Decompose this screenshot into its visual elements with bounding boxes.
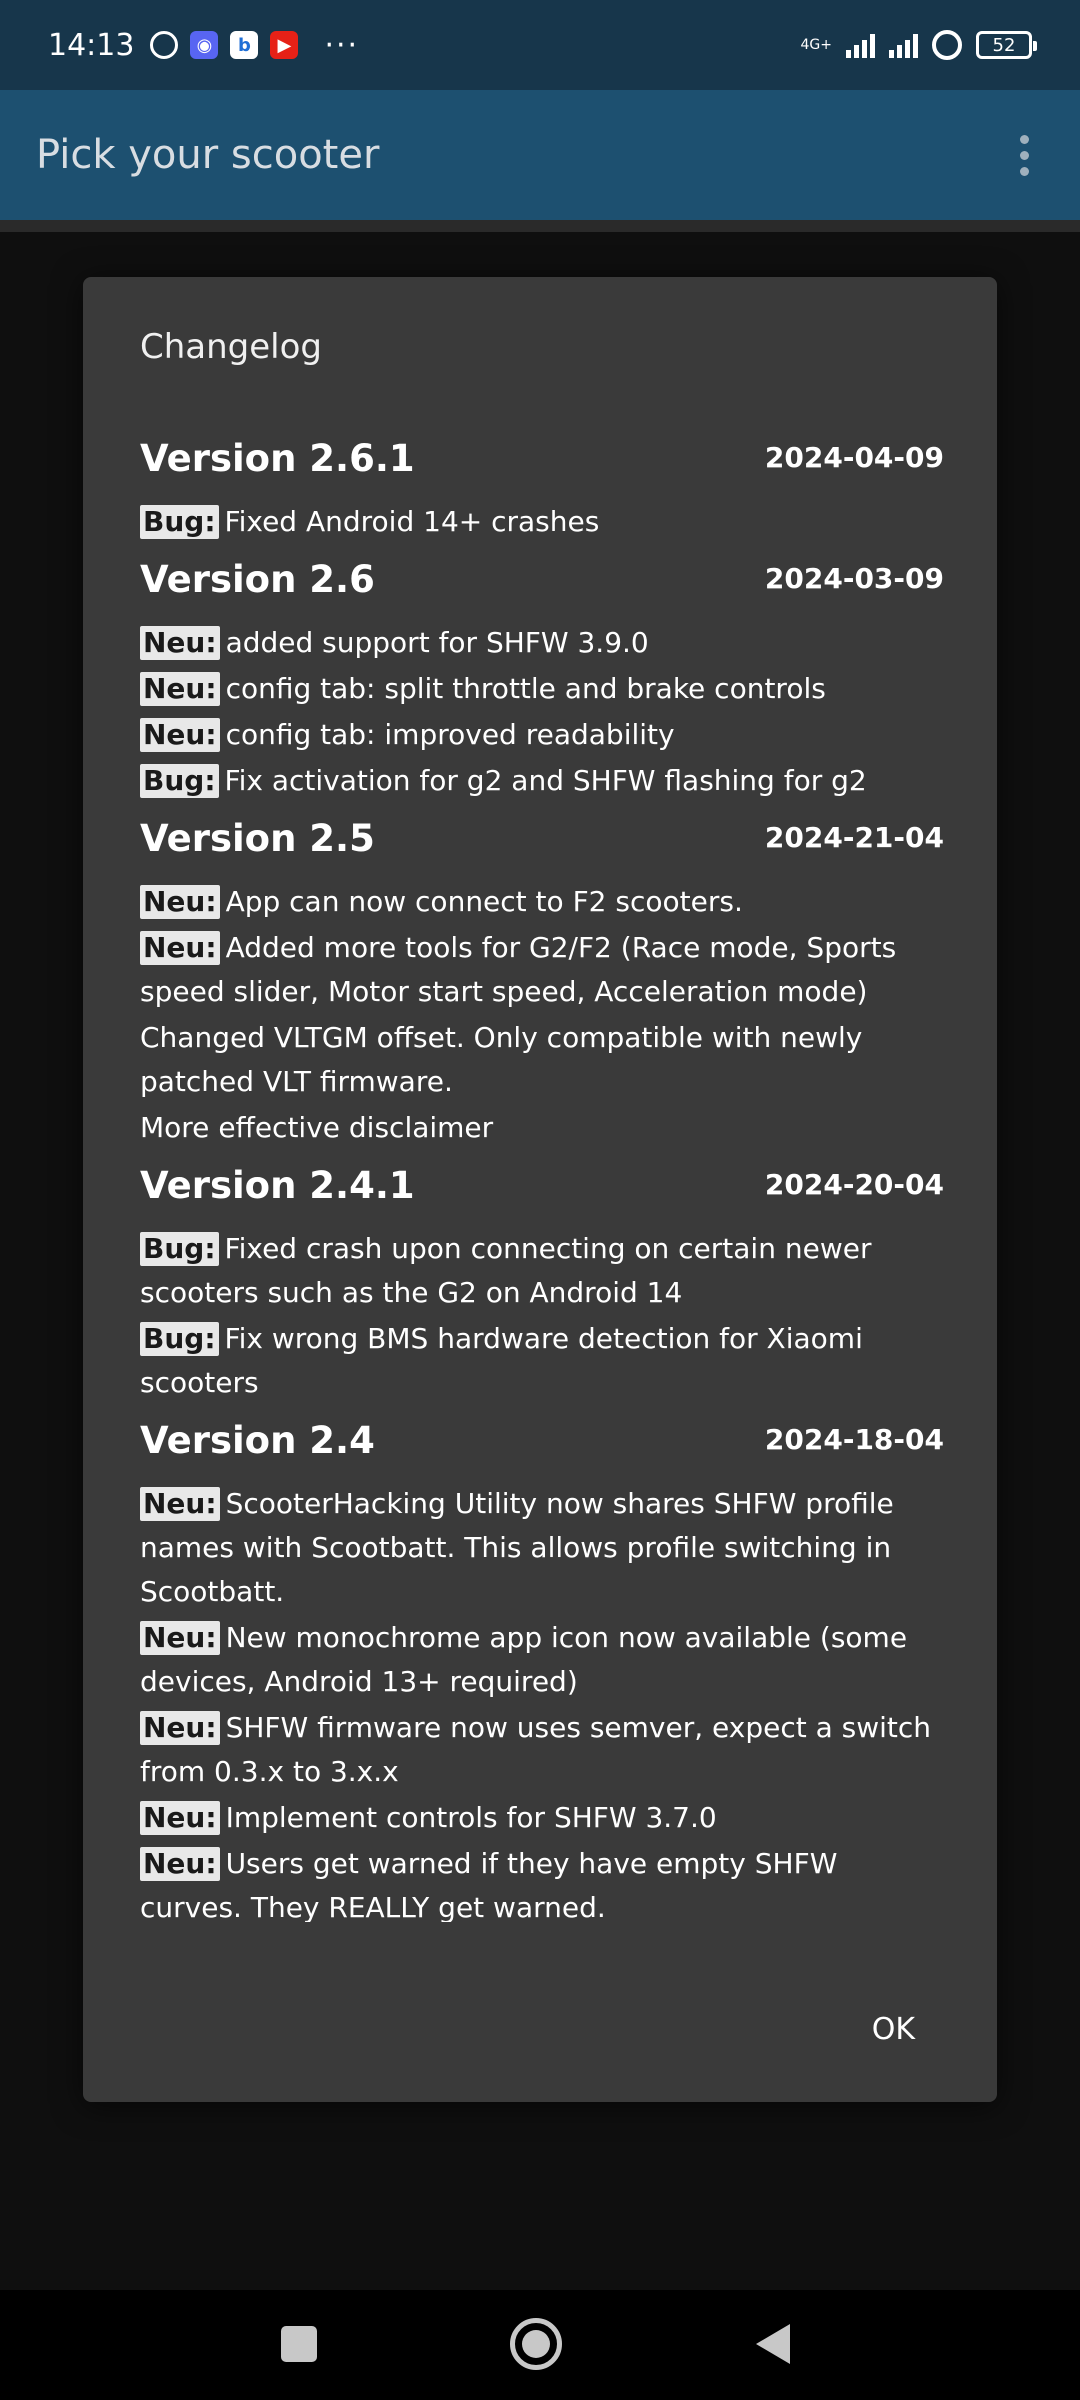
changelog-dialog: Changelog Version 2.6.1 2024-04-09 Bug: Fix… — [83, 277, 997, 2102]
version-block: Version 2.4 2024-18-04 Neu: ScooterHacking … — [140, 1419, 944, 1922]
clock: 14:13 — [48, 27, 135, 63]
entry-text: Changed VLTGM offset. Only compatible wi… — [140, 1021, 863, 1098]
entry-text: New monochrome app icon now available (s… — [140, 1621, 908, 1698]
version-block: Version 2.5 2024-21-04 Neu: App can now con… — [140, 817, 944, 1150]
entry-tag: Neu: — [140, 626, 220, 660]
version-name: Version 2.4 — [140, 1419, 375, 1462]
back-button[interactable] — [756, 2324, 790, 2364]
changelog-entry: Neu: ScooterHacking Utility now shares SH… — [140, 1482, 944, 1614]
changelog-entry: Neu: added support for SHFW 3.9.0 — [140, 621, 944, 665]
battery-icon: 52 — [976, 31, 1037, 59]
entry-text: config tab: improved readability — [225, 718, 675, 751]
entry-text: ScooterHacking Utility now shares SHFW p… — [140, 1487, 894, 1608]
bing-icon: b — [230, 31, 259, 59]
changelog-list[interactable]: Version 2.6.1 2024-04-09 Bug: Fixed Android… — [140, 437, 944, 1922]
entry-text: Fixed Android 14+ crashes — [224, 505, 600, 538]
hotspot-icon — [932, 30, 962, 60]
signal-icon-sim1 — [846, 32, 875, 58]
version-block: Version 2.6.1 2024-04-09 Bug: Fixed Android… — [140, 437, 944, 544]
entry-text: Users get warned if they have empty SHFW… — [140, 1847, 838, 1922]
entry-tag: Neu: — [140, 1711, 220, 1745]
recents-button[interactable] — [281, 2326, 317, 2362]
version-name: Version 2.6.1 — [140, 437, 415, 480]
entry-text: Added more tools for G2/F2 (Race mode, S… — [140, 931, 897, 1008]
app-bar-divider — [0, 220, 1080, 232]
version-header: Version 2.6.1 2024-04-09 — [140, 437, 944, 480]
ok-button[interactable]: OK — [860, 2002, 927, 2057]
discord-icon: ◉ — [190, 31, 219, 59]
entry-tag: Neu: — [140, 718, 220, 752]
version-block: Version 2.4.1 2024-20-04 Bug: Fixed crash u… — [140, 1164, 944, 1405]
entry-tag: Neu: — [140, 885, 220, 919]
status-bar-left: 14:13 ◉ b ▶ ··· — [48, 28, 359, 63]
changelog-entry: Bug: Fix activation for g2 and SHFW flash… — [140, 759, 944, 803]
overflow-menu-icon[interactable] — [1004, 125, 1044, 185]
home-button[interactable] — [510, 2318, 562, 2370]
version-header: Version 2.4 2024-18-04 — [140, 1419, 944, 1462]
entry-tag: Neu: — [140, 1621, 220, 1655]
entry-tag: Neu: — [140, 931, 220, 965]
entry-text: config tab: split throttle and brake con… — [225, 672, 826, 705]
entry-tag: Bug: — [140, 1232, 219, 1266]
version-header: Version 2.5 2024-21-04 — [140, 817, 944, 860]
version-name: Version 2.6 — [140, 558, 375, 601]
dialog-title: Changelog — [140, 327, 323, 367]
signal-icon-sim2 — [889, 32, 918, 58]
status-bar: 14:13 ◉ b ▶ ··· 4G+ 52 — [0, 0, 1080, 90]
version-date: 2024-04-09 — [764, 441, 944, 474]
changelog-entry: Neu: config tab: improved readability — [140, 713, 944, 757]
changelog-entry: Changed VLTGM offset. Only compatible wi… — [140, 1016, 944, 1104]
changelog-entry: More effective disclaimer — [140, 1106, 944, 1150]
status-bar-right: 4G+ 52 — [801, 30, 1037, 60]
changelog-entry: Bug: Fixed Android 14+ crashes — [140, 500, 944, 544]
app-bar-title: Pick your scooter — [36, 132, 380, 178]
version-date: 2024-20-04 — [764, 1168, 944, 1201]
battery-level: 52 — [992, 34, 1016, 56]
changelog-entry: Neu: SHFW firmware now uses semver, expec… — [140, 1706, 944, 1794]
network-type: 4G+ — [801, 38, 833, 52]
entry-text: App can now connect to F2 scooters. — [225, 885, 743, 918]
network-label: 4G+ — [800, 37, 833, 53]
entry-text: SHFW firmware now uses semver, expect a … — [140, 1711, 932, 1788]
version-date: 2024-18-04 — [764, 1423, 944, 1456]
changelog-entry: Bug: Fix wrong BMS hardware detection for… — [140, 1317, 944, 1405]
changelog-entry: Neu: Users get warned if they have empty … — [140, 1842, 944, 1922]
alarm-icon — [150, 31, 179, 59]
changelog-entry: Bug: Fixed crash upon connecting on certa… — [140, 1227, 944, 1315]
entry-tag: Bug: — [140, 764, 219, 798]
entry-text: added support for SHFW 3.9.0 — [225, 626, 649, 659]
changelog-entry: Neu: New monochrome app icon now availabl… — [140, 1616, 944, 1704]
changelog-entry: Neu: Added more tools for G2/F2 (Race mod… — [140, 926, 944, 1014]
entry-text: Implement controls for SHFW 3.7.0 — [225, 1801, 717, 1834]
entry-tag: Neu: — [140, 1847, 220, 1881]
changelog-entry: Neu: config tab: split throttle and brake… — [140, 667, 944, 711]
entry-tag: Bug: — [140, 1322, 219, 1356]
entry-tag: Bug: — [140, 505, 219, 539]
entry-text: Fixed crash upon connecting on certain n… — [140, 1232, 872, 1309]
version-header: Version 2.6 2024-03-09 — [140, 558, 944, 601]
version-header: Version 2.4.1 2024-20-04 — [140, 1164, 944, 1207]
more-notifications-icon: ··· — [324, 27, 360, 63]
navigation-bar — [0, 2290, 1080, 2400]
entry-text: Fix activation for g2 and SHFW flashing … — [224, 764, 867, 797]
entry-tag: Neu: — [140, 1801, 220, 1835]
version-block: Version 2.6 2024-03-09 Neu: added support f… — [140, 558, 944, 803]
youtube-icon: ▶ — [270, 31, 299, 59]
version-date: 2024-21-04 — [764, 821, 944, 854]
version-date: 2024-03-09 — [764, 562, 944, 595]
entry-text: Fix wrong BMS hardware detection for Xia… — [140, 1322, 863, 1399]
entry-tag: Neu: — [140, 1487, 220, 1521]
entry-text: More effective disclaimer — [140, 1111, 494, 1144]
version-name: Version 2.4.1 — [140, 1164, 415, 1207]
version-name: Version 2.5 — [140, 817, 375, 860]
changelog-entry: Neu: App can now connect to F2 scooters. — [140, 880, 944, 924]
entry-tag: Neu: — [140, 672, 220, 706]
app-bar: Pick your scooter — [0, 90, 1080, 220]
changelog-entry: Neu: Implement controls for SHFW 3.7.0 — [140, 1796, 944, 1840]
